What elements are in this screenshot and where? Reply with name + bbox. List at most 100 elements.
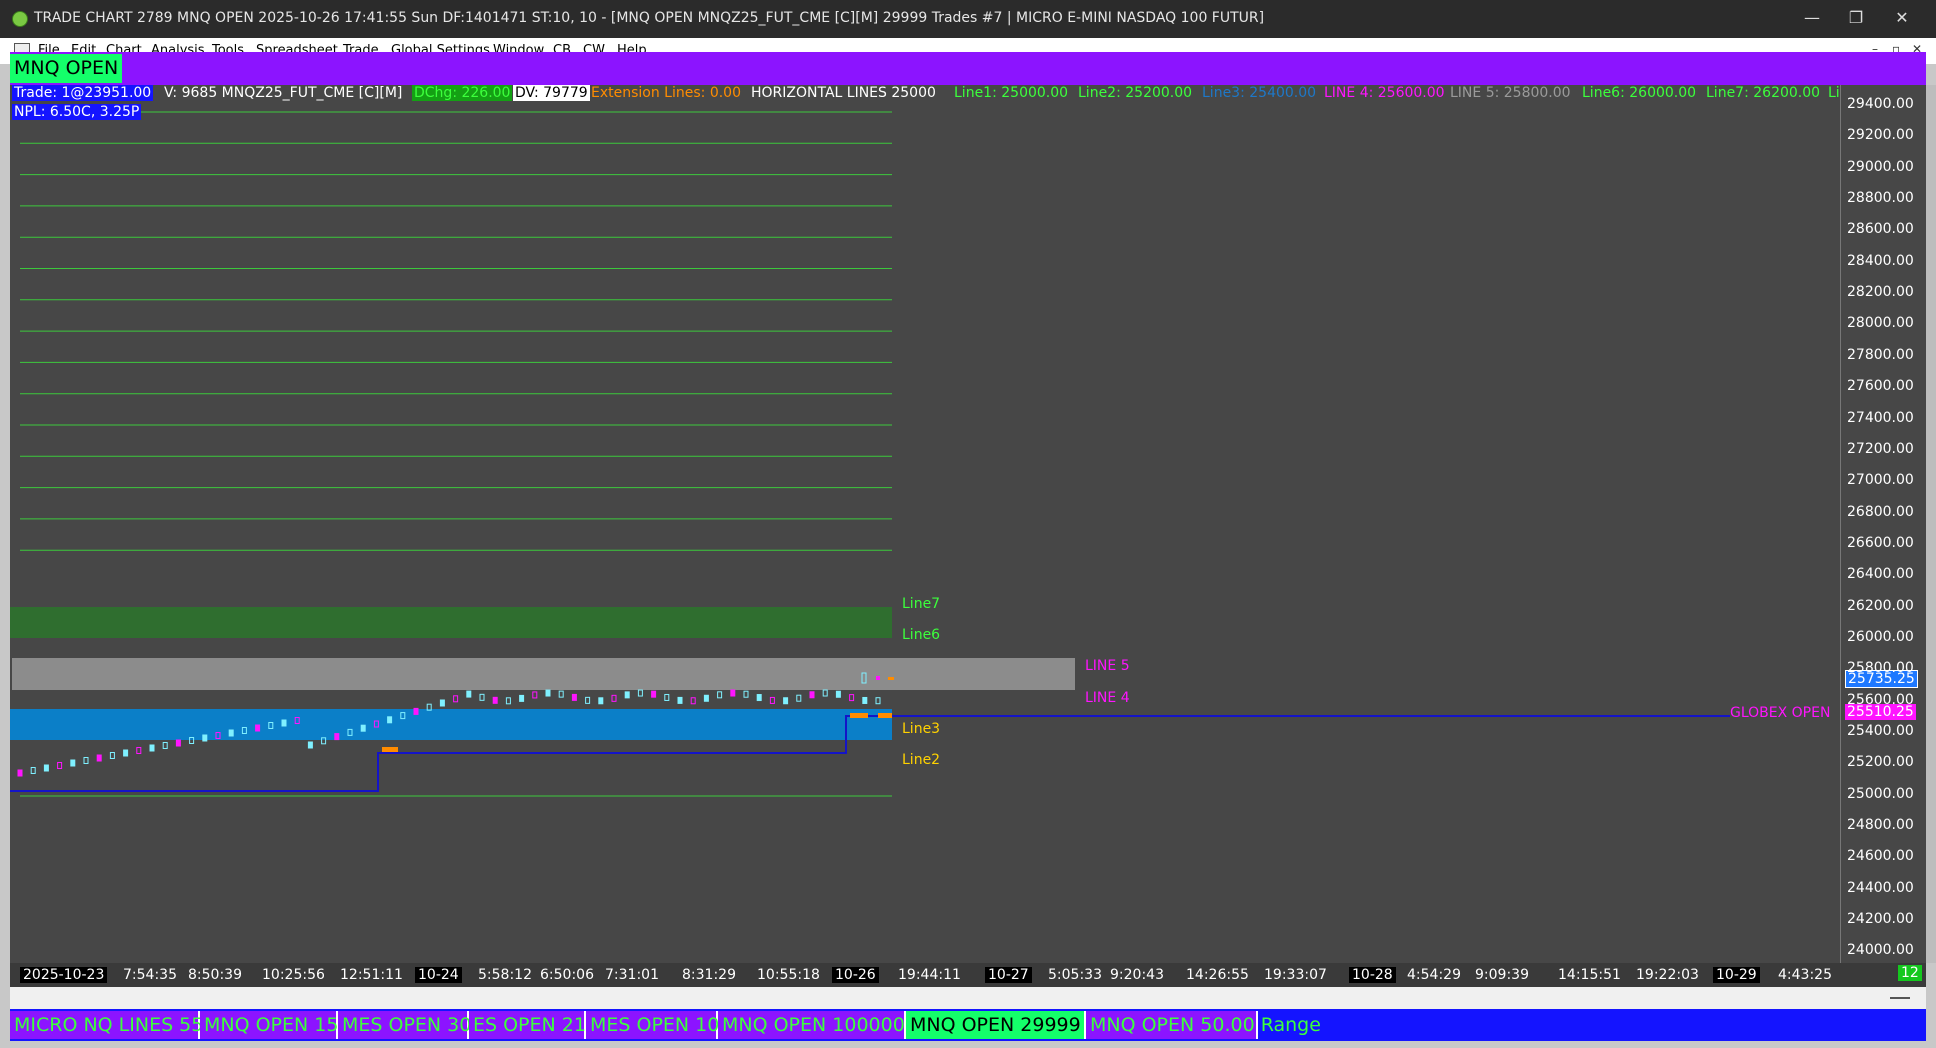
price-axis-label: 26000.00: [1847, 628, 1914, 645]
time-axis-label: 10-24: [415, 967, 462, 983]
chart-area[interactable]: Trade: 1@23951.00 V: 9685 MNQZ25_FUT_CME…: [10, 85, 1840, 963]
candle-bar: [690, 697, 696, 705]
candle-bar: [228, 729, 234, 737]
candle-bar: [611, 694, 617, 702]
candle-bar: [360, 724, 366, 732]
chart-tab[interactable]: MNQ OPEN 29999 Trades: [906, 1011, 1149, 1039]
chart-name-label[interactable]: MNQ OPEN: [10, 54, 123, 83]
candle-bar: [637, 689, 643, 697]
chart-tab[interactable]: MNQ OPEN 100000 Trades: [718, 1011, 973, 1039]
time-axis-label: 4:54:29: [1407, 967, 1461, 983]
price-axis-label: 28800.00: [1847, 190, 1914, 207]
price-axis-label: 25800.00: [1847, 660, 1914, 677]
volume-info: V: 9685 MNQZ25_FUT_CME [C][M]: [164, 85, 403, 101]
price-axis-label: 27800.00: [1847, 346, 1914, 363]
line7-label: Line7: [902, 596, 941, 612]
time-axis-label: 10:25:56: [262, 967, 325, 983]
close-button[interactable]: ✕: [1882, 6, 1922, 30]
time-axis-label: 6:50:06: [540, 967, 594, 983]
candle-bar: [624, 691, 630, 699]
trade-marker: [382, 747, 398, 752]
npl-info: NPL: 6.50C, 3.25P: [12, 104, 142, 120]
candle-bar: [545, 689, 551, 697]
time-axis-label: 12:51:11: [340, 967, 403, 983]
chart-tab[interactable]: MES OPEN 30 Min: [338, 1011, 511, 1039]
candle-bar: [585, 696, 591, 704]
candle-bar: [136, 747, 142, 754]
candle-bar: [862, 696, 868, 704]
time-axis-label: 8:50:39: [188, 967, 242, 983]
chart-tab[interactable]: MICRO NQ LINES 55 Trades: [10, 1011, 271, 1039]
bar-spacing-badge[interactable]: 12: [1898, 965, 1922, 981]
candle-bar: [651, 690, 657, 698]
candle-bar: [96, 754, 102, 762]
line6-info: Line6: 26000.00: [1582, 85, 1697, 101]
horizontal-lines-info: HORIZONTAL LINES 25000: [751, 85, 936, 101]
candle-bar: [809, 691, 815, 699]
price-axis-label: 25000.00: [1847, 785, 1914, 802]
price-axis-label: 29400.00: [1847, 96, 1914, 112]
chart-tab[interactable]: MNQ OPEN 50.00 Range: [1086, 1011, 1321, 1039]
price-axis-label: 28200.00: [1847, 284, 1914, 301]
chart-tab[interactable]: MNQ OPEN 15 Min: [200, 1011, 378, 1039]
candle-bar: [730, 689, 736, 697]
price-axis-label: 26600.00: [1847, 534, 1914, 551]
restore-button[interactable]: ❐: [1836, 6, 1876, 30]
candle-bar: [835, 690, 841, 698]
candle-bar: [743, 690, 749, 698]
time-axis-label: 10-29: [1713, 967, 1760, 983]
trade-marker: [850, 713, 868, 718]
time-axis-label: 19:33:07: [1264, 967, 1327, 983]
candle-bar: [822, 689, 828, 697]
candle-bar: [756, 694, 762, 702]
candle-bar: [334, 733, 340, 741]
window-titlebar: TRADE CHART 2789 MNQ OPEN 2025-10-26 17:…: [0, 0, 1936, 38]
candle-bar: [83, 757, 89, 764]
candle-bar: [875, 697, 881, 705]
candle-bar: [677, 696, 683, 704]
price-chart[interactable]: [10, 85, 1840, 963]
candle-bar: [453, 695, 459, 703]
daily-change-info: DChg: 226.00: [412, 85, 513, 101]
time-axis-label: 4:43:25: [1778, 967, 1832, 983]
price-axis-label: 28400.00: [1847, 252, 1914, 269]
minimize-button[interactable]: —: [1792, 6, 1832, 30]
line4-info: LINE 4: 25600.00: [1324, 85, 1445, 101]
candle-bar: [849, 694, 855, 702]
line2-label: Line2: [902, 752, 941, 768]
chart-tab[interactable]: MES OPEN 10 Min: [586, 1011, 759, 1039]
line2-info: Line2: 25200.00: [1078, 85, 1193, 101]
time-axis-label: 19:44:11: [898, 967, 961, 983]
candle-bar: [505, 697, 511, 705]
candle-bar: [532, 691, 538, 699]
price-axis-label: 25600.00: [1847, 691, 1914, 708]
price-axis-label: 27400.00: [1847, 409, 1914, 426]
chart-tab[interactable]: ES OPEN 21 Min: [469, 1011, 626, 1039]
time-axis-label: 9:20:43: [1110, 967, 1164, 983]
globex-open-label: GLOBEX OPEN: [1730, 705, 1831, 721]
line3-label: Line3: [902, 721, 941, 737]
candle-bar: [57, 762, 63, 769]
price-axis-label: 29200.00: [1847, 127, 1914, 144]
candle-bar: [439, 699, 445, 707]
price-axis-label: 25400.00: [1847, 723, 1914, 739]
price-axis-label: 24800.00: [1847, 817, 1914, 834]
line4-label: LINE 4: [1085, 690, 1130, 706]
candle-bar: [796, 694, 802, 702]
horizontal-scrollbar[interactable]: [10, 987, 1926, 1009]
time-axis[interactable]: 12 2025-10-23 7:54:35 8:50:39 10:25:56 12:51…: [10, 963, 1926, 987]
candle-bar: [519, 694, 525, 702]
price-axis-label: 25200.00: [1847, 754, 1914, 771]
candle-bar: [703, 694, 709, 702]
price-axis[interactable]: 25735.25 25510.25 29400.00 29200.00 29000.…: [1840, 85, 1927, 963]
line5-info: LINE 5: 25800.00: [1450, 85, 1571, 101]
scroll-thumb[interactable]: [1890, 997, 1910, 999]
time-axis-label: 8:31:29: [682, 967, 736, 983]
price-axis-label: 26400.00: [1847, 566, 1914, 583]
line6-label: Line6: [902, 627, 941, 643]
candle-bar: [769, 696, 775, 704]
time-axis-label: 14:26:55: [1186, 967, 1249, 983]
candle-bar: [70, 759, 76, 767]
candle-bar: [281, 719, 287, 727]
time-axis-label: 5:58:12: [478, 967, 532, 983]
